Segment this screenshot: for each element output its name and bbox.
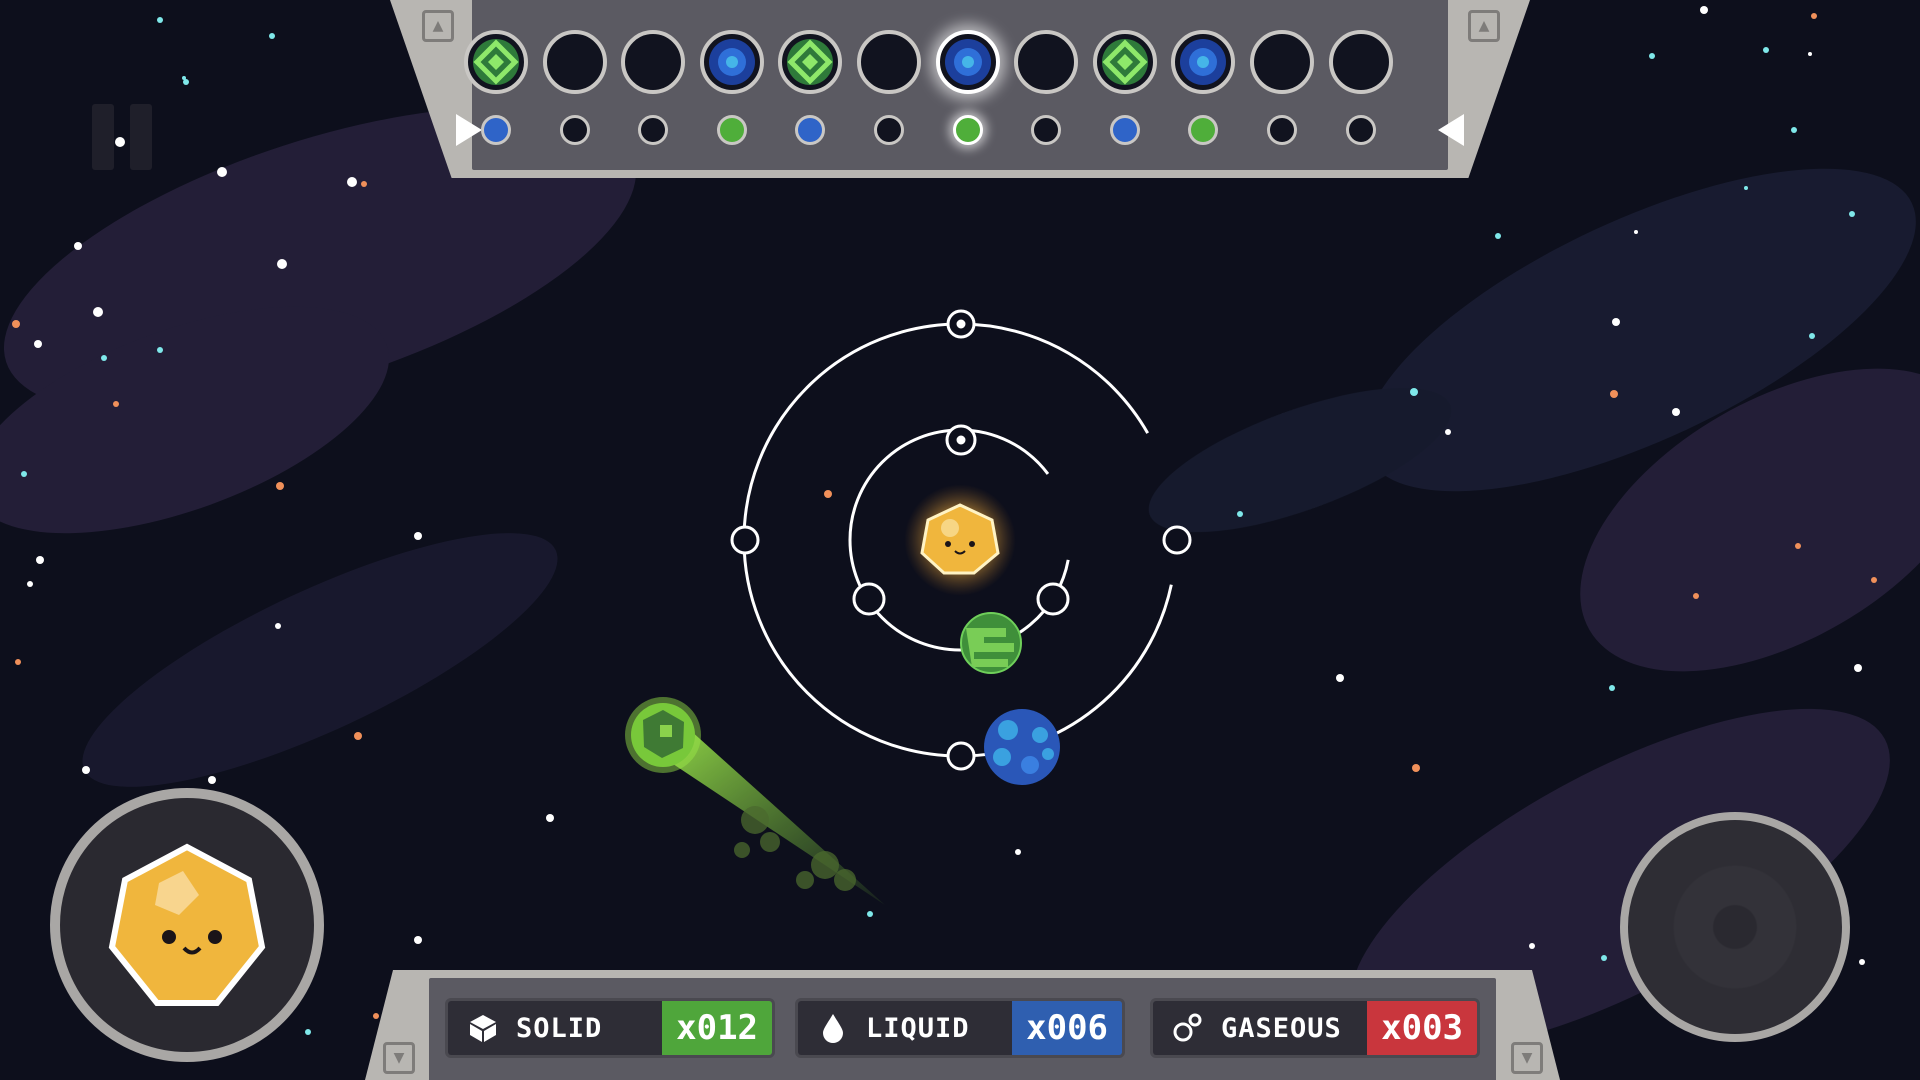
timeline-dot: [1267, 115, 1297, 145]
timeline-slot[interactable]: [1171, 30, 1236, 94]
up-arrow-icon[interactable]: ▲: [422, 10, 454, 42]
blue-orb-icon: [708, 39, 755, 85]
solid-resource[interactable]: SOLID x012: [445, 998, 775, 1058]
green-diamond-icon: [473, 39, 519, 85]
green-planet[interactable]: [960, 612, 1022, 674]
timeline-slot[interactable]: [542, 30, 607, 94]
play-marker-icon: [456, 114, 482, 146]
timeline-dot: [559, 115, 590, 145]
down-arrow-icon[interactable]: ▼: [1511, 1042, 1543, 1074]
timeline-dot: [874, 115, 904, 145]
timeline-slot[interactable]: [857, 30, 921, 94]
timeline-slot[interactable]: [1014, 30, 1079, 94]
timeline-slot[interactable]: [1250, 30, 1314, 94]
sun: [904, 484, 1016, 596]
bubbles-icon: [1171, 1011, 1205, 1045]
gaseous-count: x003: [1367, 1001, 1477, 1055]
cube-icon: [466, 1011, 500, 1045]
timeline-dot: [952, 115, 983, 145]
up-arrow-icon[interactable]: ▲: [1468, 10, 1500, 42]
green-comet[interactable]: [625, 697, 885, 905]
resource-panel: ▼ ▼ SOLID x012 LIQUID x006 GASEOUS x003: [365, 970, 1560, 1080]
timeline-slot[interactable]: [1092, 30, 1157, 94]
liquid-label-box: LIQUID: [798, 1001, 1013, 1055]
down-arrow-icon[interactable]: ▼: [383, 1042, 415, 1074]
timeline-panel: ▲ ▲: [390, 0, 1530, 178]
timeline-slot[interactable]: [935, 30, 1000, 94]
blue-orb-icon: [944, 39, 991, 85]
solid-label-box: SOLID: [448, 1001, 663, 1055]
liquid-count: x006: [1012, 1001, 1122, 1055]
timeline-slot[interactable]: [464, 30, 528, 94]
timeline-slot[interactable]: [1328, 30, 1393, 94]
body-select-button[interactable]: [50, 788, 324, 1062]
gaseous-resource[interactable]: GASEOUS x003: [1150, 998, 1480, 1058]
orbit-slot[interactable]: [852, 582, 886, 616]
pause-icon: [92, 104, 114, 170]
timeline-slot[interactable]: [778, 30, 843, 94]
timeline-dot: [638, 115, 669, 145]
sun-body-icon: [108, 843, 266, 1006]
liquid-label: LIQUID: [866, 1012, 970, 1044]
orbit-slot[interactable]: [1162, 525, 1192, 555]
timeline-dot: [1031, 115, 1062, 145]
orbit-slot[interactable]: [945, 424, 977, 456]
green-diamond-icon: [787, 39, 834, 85]
blue-planet[interactable]: [984, 709, 1060, 785]
timeline-dot: [716, 115, 747, 145]
aim-joystick[interactable]: [1620, 812, 1850, 1042]
play-marker-icon: [1438, 114, 1464, 146]
droplet-icon: [816, 1011, 850, 1045]
gaseous-label: GASEOUS: [1221, 1012, 1342, 1044]
timeline-dot: [1345, 115, 1376, 145]
orbit-slot[interactable]: [946, 741, 976, 771]
orbit-slot[interactable]: [946, 309, 976, 339]
liquid-resource[interactable]: LIQUID x006: [795, 998, 1125, 1058]
green-diamond-icon: [1101, 39, 1148, 85]
gaseous-label-box: GASEOUS: [1153, 1001, 1368, 1055]
pause-icon-bar: [130, 104, 152, 170]
pause-button[interactable]: [92, 104, 158, 170]
timeline-dot: [481, 115, 511, 145]
solid-label: SOLID: [516, 1012, 603, 1044]
timeline-dot: [1109, 115, 1140, 145]
orbit-slot[interactable]: [730, 525, 760, 555]
solid-count: x012: [662, 1001, 772, 1055]
blue-orb-icon: [1180, 39, 1227, 85]
timeline-slot[interactable]: [621, 30, 686, 94]
timeline-slot[interactable]: [699, 30, 764, 94]
orbit-slot[interactable]: [1036, 582, 1070, 616]
